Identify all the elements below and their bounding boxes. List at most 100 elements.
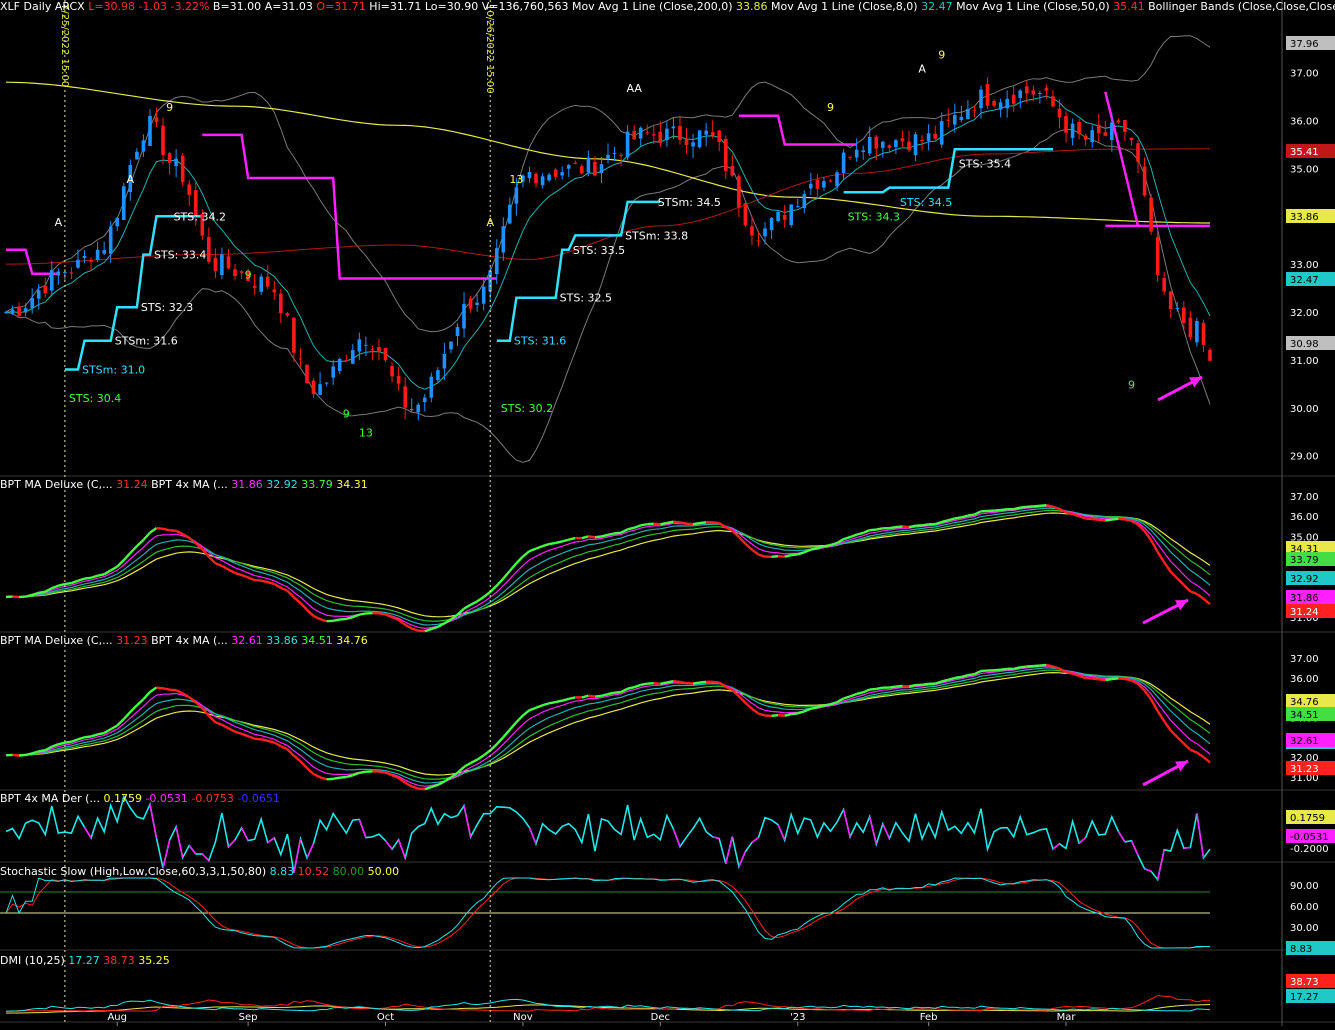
date-axis-label: Aug — [107, 1012, 127, 1023]
stochastic-panel — [0, 878, 1210, 948]
candle-body — [273, 290, 277, 293]
candle-body — [783, 215, 787, 220]
bpt-main-segment — [1118, 519, 1125, 520]
candle-body — [475, 303, 479, 305]
bpt1-v2: 32.92 — [266, 478, 298, 491]
high-price: Hi=31.71 — [369, 0, 421, 13]
candle-body — [567, 165, 571, 169]
candle-body — [966, 109, 970, 119]
bpt-main-segment — [1164, 721, 1171, 730]
der-magenta-segment — [778, 825, 785, 841]
bpt-main-segment — [274, 584, 281, 588]
bpt-main-segment — [281, 746, 288, 749]
bpt-main-segment — [176, 690, 183, 693]
candle-body — [659, 132, 663, 143]
candle-body — [691, 142, 695, 146]
dmi-v2: 38.73 — [103, 954, 135, 967]
candle-body — [1169, 291, 1173, 309]
candle-body — [1058, 109, 1062, 118]
bpt-main-segment — [1060, 669, 1067, 672]
bpt-main-segment — [1190, 750, 1197, 753]
candle-body — [1130, 138, 1134, 141]
candle-body — [861, 150, 865, 152]
bpt-main-segment — [58, 584, 65, 586]
bpt-main-segment — [1184, 744, 1191, 750]
candle-body — [259, 277, 263, 292]
bpt-main-segment — [948, 678, 955, 680]
candle-body — [410, 409, 414, 410]
candle-body — [678, 126, 682, 140]
ma50-label: Mov Avg 1 Line (Close,50,0) — [956, 0, 1110, 13]
candle-body — [554, 170, 558, 177]
bpt-main-segment — [870, 689, 877, 690]
bpt-main-segment — [39, 750, 46, 751]
bpt-main-segment — [346, 617, 353, 619]
candle-body — [377, 347, 381, 352]
candle-body — [580, 166, 584, 173]
pct-change: -3.22% — [171, 0, 210, 13]
bpt-main-segment — [464, 763, 471, 767]
candle-body — [1005, 99, 1009, 108]
bpt-main-segment — [235, 732, 242, 734]
bpt-main-segment — [1177, 578, 1184, 585]
bpt2-v1: 32.61 — [231, 634, 263, 647]
count-label: AA — [626, 82, 642, 95]
bpt-main-segment — [300, 603, 307, 610]
sts-label: STS: 34.5 — [900, 196, 952, 209]
candle-body — [299, 358, 303, 359]
candle-body — [763, 228, 767, 236]
bpt-main-segment — [1131, 680, 1138, 684]
candle-body — [632, 131, 636, 139]
candle-body — [168, 153, 172, 163]
bpt-main-segment — [261, 581, 268, 583]
candle-body — [992, 101, 996, 106]
candle-body — [639, 128, 643, 139]
bpt-main-segment — [654, 683, 661, 684]
der-magenta-segment — [844, 809, 851, 836]
der-magenta-segment — [739, 852, 746, 867]
bpt-main-segment — [673, 681, 680, 682]
bpt-main-segment — [471, 760, 478, 763]
bpt-main-segment — [1112, 519, 1119, 520]
candle-body — [593, 162, 597, 176]
bpt-main-segment — [412, 786, 419, 788]
price-panel-header: XLF Daily ARCX L=30.98 -1.03 -3.22% B=31… — [0, 0, 1335, 13]
bpt2-header: BPT MA Deluxe (C,... 31.23 BPT 4x MA (..… — [0, 634, 368, 647]
bpt-main-segment — [91, 576, 98, 578]
bpt-main-segment — [968, 515, 975, 516]
sts-label: STS: 31.6 — [514, 335, 566, 348]
dmi-panel — [6, 996, 1210, 1014]
bpt-main-segment — [1060, 509, 1067, 513]
candle-body — [207, 237, 211, 262]
bpt-main-segment — [641, 684, 648, 685]
bpt-main-segment — [693, 683, 700, 684]
candle-body — [842, 153, 846, 173]
candle-body — [318, 384, 322, 395]
bpt-main-segment — [680, 682, 687, 683]
bpt-main-segment — [615, 533, 622, 534]
bpt-magenta-line — [6, 666, 1210, 786]
candle-body — [469, 299, 473, 309]
candle-body — [1012, 95, 1016, 104]
candle-body — [436, 370, 440, 380]
der-magenta-segment — [464, 806, 471, 837]
candle-body — [770, 218, 774, 230]
bpt-main-segment — [248, 578, 255, 581]
bpt-main-segment — [137, 699, 144, 705]
price-tag-text: 32.61 — [1290, 736, 1319, 747]
bpt-main-segment — [418, 631, 425, 632]
candle-body — [698, 130, 702, 147]
sts-label: STS: 30.2 — [501, 402, 553, 415]
bpt-main-segment — [58, 743, 65, 745]
candle-body — [515, 187, 519, 203]
bpt-main-segment — [222, 566, 229, 570]
candle-body — [528, 172, 532, 178]
count-label: 13 — [509, 173, 523, 186]
der-label: BPT 4x MA Der (... — [0, 792, 100, 805]
bpt-main-segment — [1171, 731, 1178, 738]
candle-body — [331, 366, 335, 377]
der-header: BPT 4x MA Der (... 0.1759 -0.0531 -0.075… — [0, 792, 280, 805]
bpt-main-segment — [516, 715, 523, 722]
candle-body — [789, 204, 793, 225]
bpt-main-segment — [529, 549, 536, 551]
